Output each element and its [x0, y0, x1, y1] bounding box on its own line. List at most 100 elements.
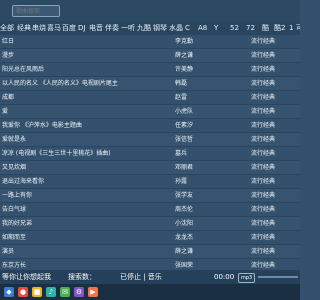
song-genre: 流行经典 [251, 262, 276, 269]
song-row[interactable]: 如期而至 龙龙杰 流行经典 [0, 231, 300, 245]
song-row[interactable]: 我爱你 《沪萍水》电影主题曲 任素汐 流行经典 [0, 119, 300, 133]
song-title: 东京方长 [2, 262, 27, 269]
song-artist: 龙龙杰 [175, 234, 194, 241]
category-tab[interactable]: 可 [296, 21, 300, 35]
category-tab[interactable]: 电音 [89, 21, 103, 35]
song-genre: 流行经典 [251, 66, 276, 73]
category-tab[interactable]: 经典 [17, 21, 31, 35]
settings-icon[interactable]: ⚙ [74, 287, 84, 297]
song-list: 红日 李克勤 流行经典 漫步 薛之谦 流行经典 阳光总在风雨后 许美静 流行经典 以人民的名义 《… [0, 35, 300, 270]
category-tab[interactable]: 水晶 [169, 21, 183, 35]
category-tab[interactable]: 酷2 [274, 21, 285, 35]
song-artist: 李克勤 [175, 38, 194, 45]
song-row[interactable]: 漫步 薛之谦 流行经典 [0, 49, 300, 63]
search-input[interactable] [12, 5, 60, 17]
song-row[interactable]: 阳光总在风雨后 许美静 流行经典 [0, 63, 300, 77]
top-bar [0, 0, 300, 21]
category-tab[interactable]: 喜马 [47, 21, 61, 35]
category-tab[interactable]: 百度 [62, 21, 76, 35]
song-genre: 流行经典 [251, 38, 276, 45]
volume-slider[interactable] [258, 276, 298, 278]
song-row[interactable]: 红日 李克勤 流行经典 [0, 35, 300, 49]
song-row[interactable]: 退出过海来看你 孙露 流行经典 [0, 175, 300, 189]
song-row[interactable]: 我的好兄弟 小沈阳 流行经典 [0, 217, 300, 231]
song-genre: 流行经典 [251, 52, 276, 59]
format-badge: mp3 [238, 273, 256, 283]
song-artist: 赵雷 [175, 94, 188, 101]
category-tab[interactable]: Y [214, 21, 218, 35]
taskbar: ◆ ● ■ ♪ ✉ ⚙ ▶ [0, 284, 300, 300]
song-title: 我的好兄弟 [2, 220, 33, 227]
category-tab[interactable]: 钢琴 [153, 21, 167, 35]
song-row[interactable]: 演员 薛之谦 流行经典 [0, 245, 300, 259]
song-title: 红日 [2, 38, 15, 45]
song-artist: 张学友 [175, 192, 194, 199]
song-genre: 流行经典 [251, 234, 276, 241]
song-title: 一路上有你 [2, 192, 33, 199]
song-artist: 许美静 [175, 66, 194, 73]
song-row[interactable]: 告白气球 周杰伦 流行经典 [0, 203, 300, 217]
song-artist: 邓丽君 [175, 164, 194, 171]
media-icon[interactable]: ▶ [88, 287, 98, 297]
song-artist: 张国荣 [175, 262, 194, 269]
song-genre: 流行经典 [251, 220, 276, 227]
song-artist: 张信哲 [175, 136, 194, 143]
category-tab[interactable]: 全部 [0, 21, 14, 35]
song-title: 退出过海来看你 [2, 178, 45, 185]
song-title: 以人民的名义 《人民的名义》电视剧片尾主 [2, 80, 118, 87]
song-row[interactable]: 爱 小虎队 流行经典 [0, 105, 300, 119]
song-genre: 流行经典 [251, 94, 276, 101]
song-genre: 流行经典 [251, 178, 276, 185]
song-row[interactable]: 一路上有你 张学友 流行经典 [0, 189, 300, 203]
song-genre: 流行经典 [251, 206, 276, 213]
category-tab[interactable]: A8 [198, 21, 207, 35]
category-tab[interactable]: 九酷 [137, 21, 151, 35]
now-playing-title: 等你让你想起我 [2, 273, 51, 281]
song-genre: 流行经典 [251, 192, 276, 199]
category-tab[interactable]: 72 [246, 21, 255, 35]
song-genre: 流行经典 [251, 80, 276, 87]
song-artist: 墓兵 [175, 150, 188, 157]
song-artist: 薛之谦 [175, 52, 194, 59]
folder-icon[interactable]: ■ [32, 287, 42, 297]
song-title: 阳光总在风雨后 [2, 66, 45, 73]
song-title: 告白气球 [2, 206, 27, 213]
category-bar: 全部经典串烧喜马百度DJ 电音伴奏一听九酷钢琴水晶C A8 Y 52 72 酷酷2 1可 [0, 21, 300, 36]
song-title: 成都 [2, 94, 15, 101]
song-title: 如期而至 [2, 234, 27, 241]
song-row[interactable]: 东京方长 张国荣 流行经典 [0, 259, 300, 270]
song-artist: 任素汐 [175, 122, 194, 129]
chat-icon[interactable]: ✉ [60, 287, 70, 297]
song-row[interactable]: 以人民的名义 《人民的名义》电视剧片尾主 韩磊 流行经典 [0, 77, 300, 91]
song-title: 爱就是永 [2, 136, 27, 143]
song-artist: 周杰伦 [175, 206, 194, 213]
music-app-icon[interactable]: ♪ [46, 287, 56, 297]
song-artist: 韩磊 [175, 80, 188, 87]
category-tab[interactable]: 52 [230, 21, 239, 35]
category-tab[interactable]: 伴奏 [105, 21, 119, 35]
song-row[interactable]: 成都 赵雷 流行经典 [0, 91, 300, 105]
song-title: 演员 [2, 248, 15, 255]
category-tab[interactable]: 1 [289, 21, 293, 35]
song-genre: 流行经典 [251, 108, 276, 115]
song-genre: 流行经典 [251, 122, 276, 129]
category-tab[interactable]: 酷 [262, 21, 269, 35]
song-row[interactable]: 爱就是永 张信哲 流行经典 [0, 133, 300, 147]
song-row[interactable]: 又见炊烟 邓丽君 流行经典 [0, 161, 300, 175]
song-title: 漫步 [2, 52, 15, 59]
song-title: 又见炊烟 [2, 164, 27, 171]
start-icon[interactable]: ◆ [4, 287, 14, 297]
category-tab[interactable]: C [185, 21, 190, 35]
song-artist: 薛之谦 [175, 248, 194, 255]
category-tab[interactable]: DJ [78, 21, 85, 35]
search-count-label: 搜索数： [68, 273, 96, 281]
player-info: 等你让你想起我 搜索数： 已停止 | 音乐 00:00 mp3 [0, 270, 300, 284]
song-row[interactable]: 凉凉 (电视剧《三生三世十里桃花》插曲) 墓兵 流行经典 [0, 147, 300, 161]
song-title: 我爱你 《沪萍水》电影主题曲 [2, 122, 82, 129]
category-tab[interactable]: 串烧 [32, 21, 46, 35]
browser-icon[interactable]: ● [18, 287, 28, 297]
song-artist: 孙露 [175, 178, 188, 185]
category-tab[interactable]: 一听 [121, 21, 135, 35]
song-title: 爱 [2, 108, 9, 115]
song-artist: 小虎队 [175, 108, 194, 115]
